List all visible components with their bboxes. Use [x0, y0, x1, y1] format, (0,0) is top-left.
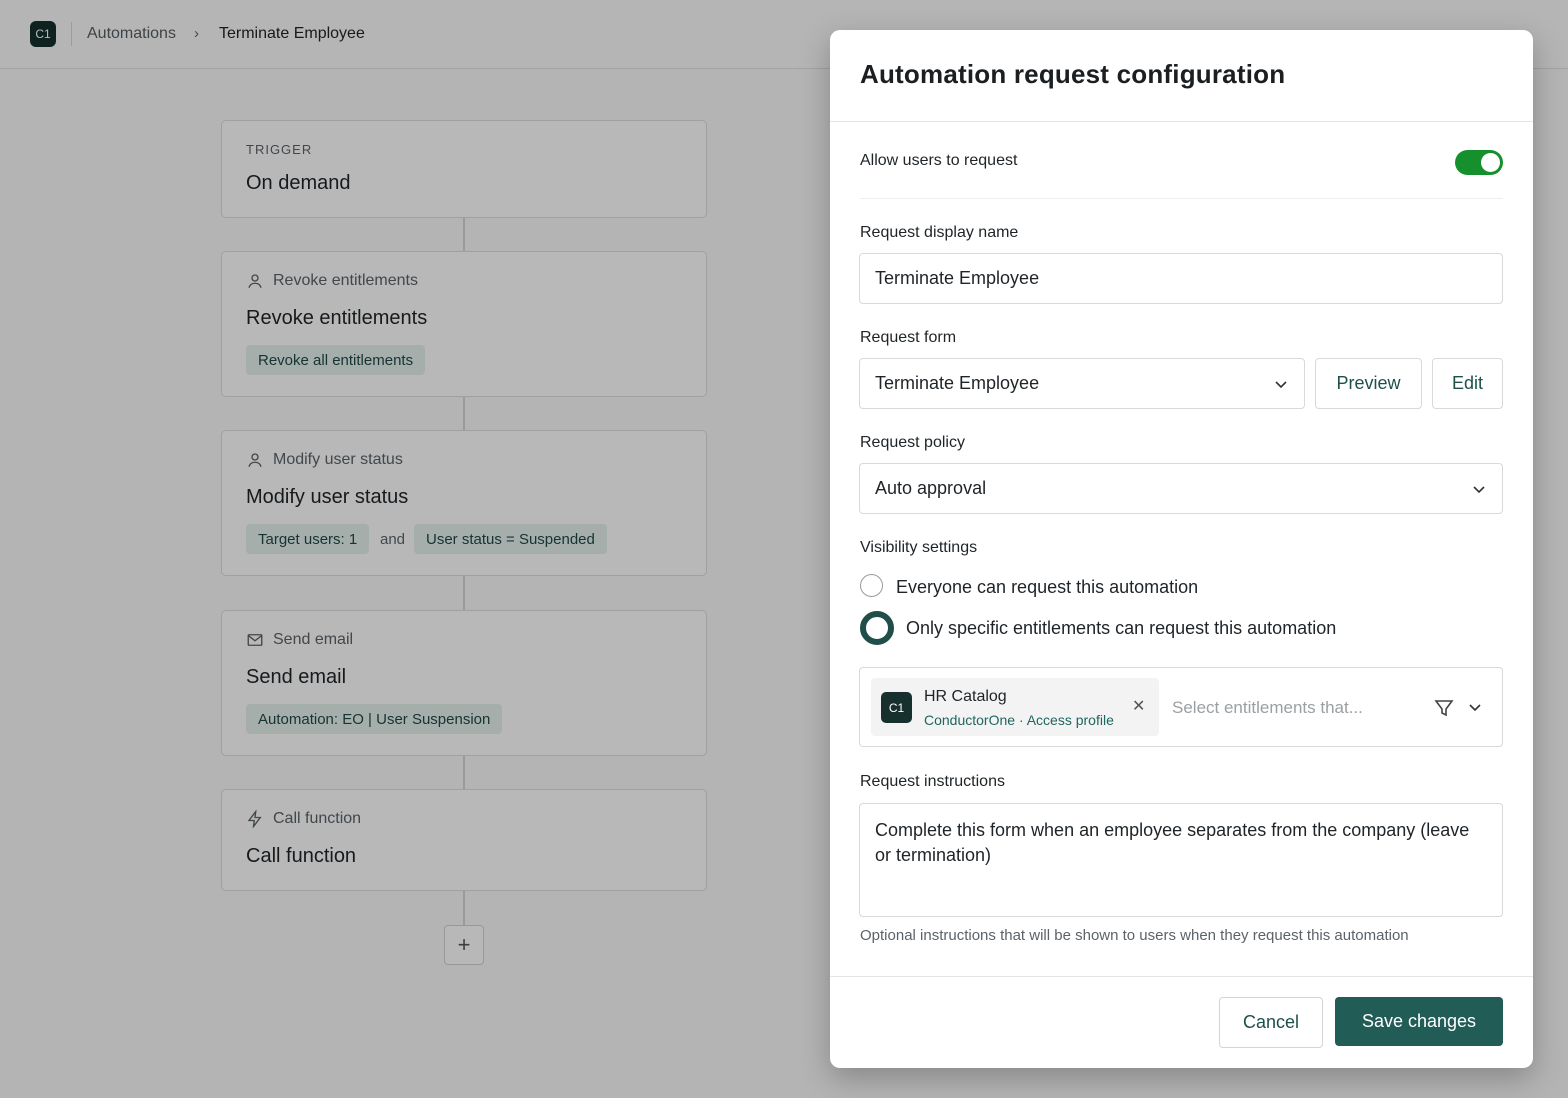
header-divider	[830, 121, 1533, 122]
request-form-value: Terminate Employee	[875, 373, 1040, 393]
entitlement-meta: ConductorOne · Access profile	[924, 712, 1114, 728]
instructions-help-text: Optional instructions that will be shown…	[860, 927, 1409, 944]
chevron-down-icon	[1275, 380, 1287, 388]
remove-entitlement-icon[interactable]: ✕	[1132, 696, 1145, 716]
save-changes-button[interactable]: Save changes	[1335, 997, 1503, 1046]
entitlement-app-logo: C1	[881, 692, 912, 723]
preview-button[interactable]: Preview	[1315, 358, 1422, 409]
modal-title: Automation request configuration	[860, 59, 1286, 89]
footer-divider	[830, 976, 1533, 977]
automation-request-config-modal: Automation request configuration Allow u…	[830, 30, 1533, 1068]
instructions-textarea[interactable]: Complete this form when an employee sepa…	[859, 803, 1503, 917]
section-divider	[860, 198, 1503, 199]
request-form-label: Request form	[860, 329, 957, 346]
entitlements-search-input[interactable]: Select entitlements that...	[1172, 698, 1363, 718]
instructions-label: Request instructions	[860, 773, 1005, 790]
entitlements-multiselect[interactable]: C1 HR Catalog ConductorOne · Access prof…	[859, 667, 1503, 747]
visibility-radio-everyone[interactable]	[860, 574, 883, 597]
display-name-input[interactable]: Terminate Employee	[859, 253, 1503, 304]
display-name-label: Request display name	[860, 224, 1019, 241]
chevron-down-icon[interactable]	[1468, 700, 1482, 714]
visibility-radio-specific[interactable]	[860, 611, 894, 645]
request-policy-value: Auto approval	[875, 478, 987, 498]
visibility-label: Visibility settings	[860, 539, 978, 556]
visibility-option-everyone[interactable]: Everyone can request this automation	[896, 577, 1198, 598]
request-policy-label: Request policy	[860, 434, 965, 451]
cancel-button[interactable]: Cancel	[1219, 997, 1323, 1048]
visibility-option-specific[interactable]: Only specific entitlements can request t…	[906, 618, 1336, 639]
entitlement-chip: C1 HR Catalog ConductorOne · Access prof…	[871, 678, 1159, 736]
entitlement-name: HR Catalog	[924, 688, 1007, 705]
allow-requests-toggle[interactable]	[1455, 150, 1503, 175]
display-name-value: Terminate Employee	[875, 268, 1040, 288]
edit-button[interactable]: Edit	[1432, 358, 1503, 409]
allow-requests-label: Allow users to request	[860, 152, 1018, 169]
request-policy-select[interactable]: Auto approval	[859, 463, 1503, 514]
filter-icon[interactable]	[1434, 698, 1454, 718]
request-form-select[interactable]: Terminate Employee	[859, 358, 1305, 409]
chevron-down-icon	[1473, 485, 1485, 493]
